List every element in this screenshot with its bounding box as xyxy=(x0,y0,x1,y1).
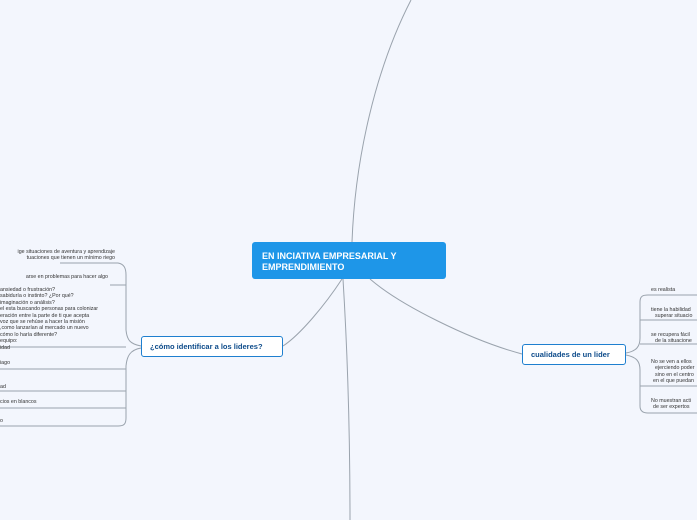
left-subtopic-2[interactable]: arse en problemas para hacer algo xyxy=(26,274,108,280)
central-topic-line-1: EN INCIATIVA EMPRESARIAL Y xyxy=(262,251,397,261)
left-subtopic-4[interactable]: iago xyxy=(0,360,10,366)
right-subtopic-5[interactable]: No muestran acti de ser expertos xyxy=(651,398,691,411)
right-subtopic-2[interactable]: tiene la habilidad superar situacio xyxy=(651,307,692,320)
connector-center-left xyxy=(282,278,343,347)
connector-center-top xyxy=(351,0,412,243)
topic-leader-qualities[interactable]: cualidades de un lider xyxy=(522,344,626,365)
right-subtopic-3[interactable]: se recupera fácil de la situacione xyxy=(651,332,692,345)
right-subtopic-4[interactable]: No se ven a ellos ejerciendo poder sino … xyxy=(651,359,694,385)
left-subtopic-6[interactable]: cios en blancos xyxy=(0,399,37,405)
connector-left-lower xyxy=(0,347,142,427)
central-topic-line-2: EMPRENDIMIENTO xyxy=(262,262,345,272)
topic-identify-leaders[interactable]: ¿cómo identificar a los lideres? xyxy=(141,336,283,357)
connector-center-bottom xyxy=(342,278,351,520)
left-subtopic-1[interactable]: ige situaciones de aventura y aprendizaj… xyxy=(18,249,115,262)
right-subtopic-1[interactable]: es realista xyxy=(651,287,675,293)
left-subtopic-5[interactable]: ad xyxy=(0,384,6,390)
mind-map-canvas: EN INCIATIVA EMPRESARIAL Y EMPRENDIMIENT… xyxy=(0,0,697,520)
left-subtopic-7[interactable]: o xyxy=(0,418,3,424)
left-subtopic-3[interactable]: ansiedad o frustración? sabiduría o inst… xyxy=(0,287,127,351)
connector-center-right xyxy=(369,278,523,355)
central-topic[interactable]: EN INCIATIVA EMPRESARIAL Y EMPRENDIMIENT… xyxy=(252,242,446,279)
